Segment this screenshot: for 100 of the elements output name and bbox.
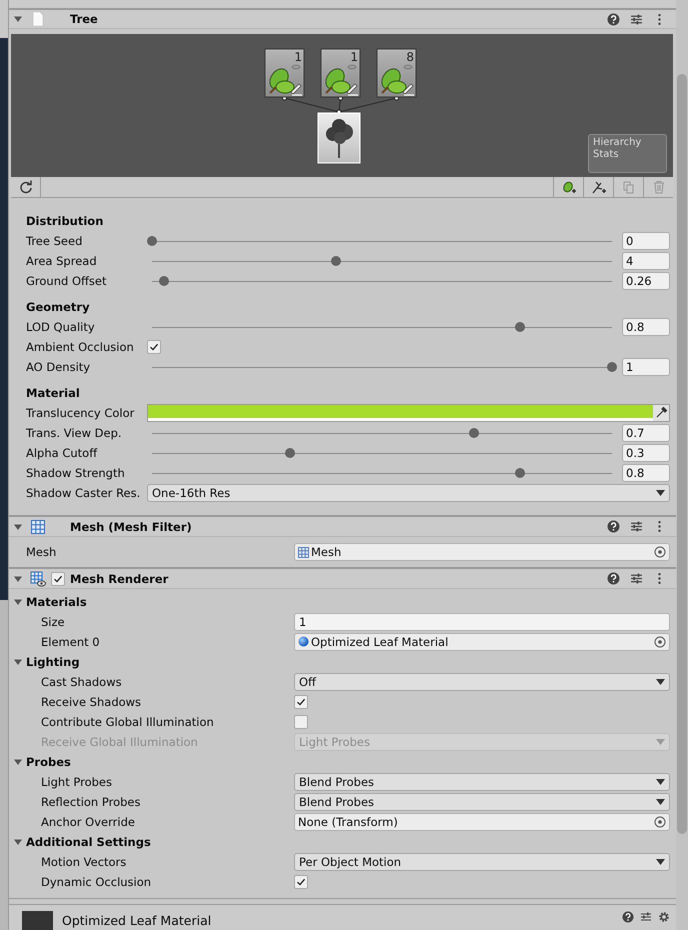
slider-thumb[interactable] (285, 448, 295, 458)
caret-icon[interactable] (13, 522, 23, 532)
leaf-plus-icon (562, 180, 576, 194)
group-title: Additional Settings (26, 834, 151, 849)
settings-icon[interactable] (658, 911, 670, 924)
group-title: Probes (26, 754, 71, 769)
field-label: Size (41, 614, 66, 629)
group-title: Lighting (26, 654, 80, 669)
leaf-node[interactable] (264, 48, 304, 98)
material-title: Optimized Leaf Material (62, 912, 212, 928)
dropdown[interactable]: Per Object Motion (294, 852, 670, 871)
scrollbar[interactable] (676, 0, 688, 930)
sliders-icon[interactable] (630, 12, 643, 26)
slider-thumb[interactable] (515, 322, 525, 332)
material-preview (22, 910, 53, 930)
sphere-icon (298, 636, 309, 648)
slider-thumb[interactable] (331, 256, 341, 266)
slider-thumb[interactable] (469, 428, 479, 438)
checkmark-icon (296, 696, 306, 707)
checkmark-icon (53, 574, 63, 584)
tree-node[interactable] (318, 112, 360, 164)
slider-thumb[interactable] (607, 362, 617, 372)
sliders-icon[interactable] (640, 911, 652, 924)
number-field[interactable]: 0.3 (622, 444, 670, 462)
grid-eye-icon (30, 570, 46, 587)
field-label: Shadow Caster Res. (26, 486, 142, 500)
caret-icon (656, 490, 665, 496)
slider-thumb[interactable] (147, 236, 157, 246)
field-value: Optimized Leaf Material (311, 634, 450, 649)
field-label: Receive Global Illumination (41, 734, 199, 749)
caret-icon[interactable] (13, 756, 23, 767)
caret-icon[interactable] (13, 574, 23, 584)
caret-icon (656, 678, 665, 685)
help-icon[interactable] (607, 520, 620, 534)
checkbox[interactable] (51, 572, 65, 586)
copy-icon (622, 180, 636, 194)
number-field[interactable]: 0.7 (622, 424, 670, 442)
section-title: Material (26, 385, 81, 402)
field-label: Tree Seed (26, 234, 84, 248)
field-label: Alpha Cutoff (26, 446, 98, 460)
component-title: Mesh (Mesh Filter) (70, 520, 192, 534)
caret-icon[interactable] (13, 14, 23, 24)
object-field[interactable]: None (Transform) (294, 812, 670, 831)
field-label: Receive Shadows (41, 694, 142, 709)
number-field[interactable]: 0.8 (622, 464, 670, 482)
slider-thumb[interactable] (158, 276, 169, 286)
number-field[interactable]: 4 (622, 252, 670, 270)
field-label: Ground Offset (26, 274, 108, 288)
field-label: Element 0 (41, 634, 101, 649)
sliders-icon[interactable] (630, 520, 643, 534)
component-title: Tree (70, 12, 98, 26)
leaf-node[interactable] (376, 48, 416, 98)
section-title: Geometry (26, 299, 91, 316)
field-label: Cast Shadows (41, 674, 123, 689)
dropdown[interactable]: Off (294, 672, 670, 691)
group-title: Materials (26, 594, 87, 609)
checkmark-icon (296, 876, 306, 887)
sliders-icon[interactable] (630, 572, 643, 586)
target-icon[interactable] (654, 636, 666, 648)
node-count: 1 (350, 50, 358, 64)
field-label: Ambient Occlusion (26, 340, 135, 354)
dropdown[interactable]: Blend Probes (294, 792, 670, 811)
number-field[interactable]: 0.8 (622, 318, 670, 336)
field-label: Anchor Override (41, 814, 136, 829)
checkbox[interactable] (294, 694, 308, 709)
field-label: LOD Quality (26, 320, 96, 334)
target-icon[interactable] (654, 546, 666, 558)
help-icon[interactable] (607, 12, 620, 26)
field-label: Motion Vectors (41, 854, 128, 869)
field-label: Translucency Color (26, 406, 136, 420)
object-field[interactable]: Mesh (294, 543, 670, 562)
number-field[interactable]: 0.26 (622, 272, 670, 290)
caret-icon[interactable] (13, 836, 23, 847)
caret-icon[interactable] (13, 656, 23, 667)
checkbox[interactable] (294, 874, 308, 889)
field-label: Trans. View Dep. (26, 426, 123, 440)
node-count: 1 (294, 50, 302, 64)
dropdown[interactable]: One-16th Res (147, 484, 670, 502)
branch-plus-icon (592, 180, 606, 194)
object-field[interactable]: Optimized Leaf Material (294, 632, 670, 651)
caret-icon[interactable] (13, 596, 23, 607)
node-count: 8 (406, 50, 414, 64)
help-icon[interactable] (622, 911, 634, 924)
dropdown[interactable]: Blend Probes (294, 772, 670, 791)
checkbox[interactable] (147, 340, 161, 354)
document-icon (30, 11, 46, 28)
number-field[interactable]: 1 (622, 358, 670, 376)
help-icon[interactable] (607, 572, 620, 586)
scrollbar-thumb[interactable] (677, 74, 687, 834)
target-icon[interactable] (654, 816, 666, 828)
field-value: None (Transform) (298, 814, 399, 829)
field-label: Shadow Strength (26, 466, 126, 480)
field-label: Reflection Probes (41, 794, 142, 809)
refresh-icon (18, 180, 32, 194)
leaf-node[interactable] (320, 48, 360, 98)
slider-thumb[interactable] (515, 468, 525, 478)
checkmark-icon (149, 342, 159, 352)
checkbox[interactable] (294, 714, 308, 729)
input-field[interactable]: 1 (294, 612, 670, 631)
number-field[interactable]: 0 (622, 232, 670, 250)
